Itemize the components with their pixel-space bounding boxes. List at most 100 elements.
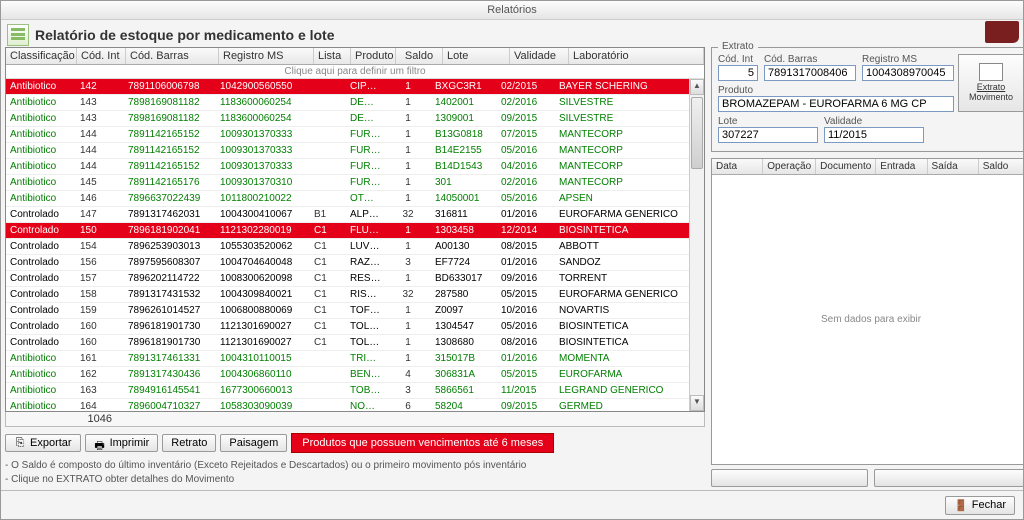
col-cod-int[interactable]: Cód. Int xyxy=(77,48,126,64)
table-row[interactable]: Antibiotico14478911421651521009301370333… xyxy=(6,143,689,159)
close-icon: 🚪 xyxy=(954,499,968,512)
table-row[interactable]: Controlado15478962539030131055303520062C… xyxy=(6,239,689,255)
table-row[interactable]: Controlado16078961819017301121301690027C… xyxy=(6,319,689,335)
portrait-button[interactable]: Retrato xyxy=(162,434,216,452)
table-row[interactable]: Antibiotico14478911421651521009301370333… xyxy=(6,159,689,175)
col-laboratorio[interactable]: Laboratório xyxy=(569,48,704,64)
cell: 7896181901730 xyxy=(124,335,216,350)
cell: 7896202114722 xyxy=(124,271,216,286)
table-row[interactable]: Controlado15678975956083071004704640048C… xyxy=(6,255,689,271)
cell: TOLREST 100 MG 100 MG CP REV C xyxy=(346,335,385,350)
cell: TOLREST 100 MG 100 MG CP REV C xyxy=(346,319,385,334)
cell: Antibiotico xyxy=(6,111,76,126)
cell: TOFRANIL PAMOATO 75 MG 75 MG C xyxy=(346,303,385,318)
cell: OTO XILODASE 8ML 5 MG/ML SOL O xyxy=(346,191,385,206)
col-saldo[interactable]: Saldo xyxy=(396,48,443,64)
table-row[interactable]: Controlado15778962021147221008300620098C… xyxy=(6,271,689,287)
table-row[interactable]: Antibiotico14378981690811821183600060254… xyxy=(6,111,689,127)
table-row[interactable]: Antibiotico16178913174613311004310110015… xyxy=(6,351,689,367)
grid-scrollbar[interactable]: ▲ ▼ xyxy=(689,79,704,411)
col-cod-barras[interactable]: Cód. Barras xyxy=(126,48,219,64)
table-row[interactable]: Controlado15878913174315321004309840021C… xyxy=(6,287,689,303)
cell xyxy=(310,351,346,366)
table-row[interactable]: Antibiotico14478911421651521009301370333… xyxy=(6,127,689,143)
scroll-down-icon[interactable]: ▼ xyxy=(690,395,704,411)
cell: Controlado xyxy=(6,207,76,222)
table-row[interactable]: Antibiotico16378949161455411677300660013… xyxy=(6,383,689,399)
cell: C1 xyxy=(310,287,346,302)
cell: Antibiotico xyxy=(6,175,76,190)
cell: NORFLOXACINO - GERMED 400 MG C xyxy=(346,399,385,411)
close-button[interactable]: 🚪Fechar xyxy=(945,496,1015,515)
table-row[interactable]: Controlado15978962610145271006800880069C… xyxy=(6,303,689,319)
cell: 143 xyxy=(76,95,124,110)
table-row[interactable]: Antibiotico14678966370224391011800210022… xyxy=(6,191,689,207)
cell: C1 xyxy=(310,303,346,318)
cell: 7896181902041 xyxy=(124,223,216,238)
print-button[interactable]: 🖶Imprimir xyxy=(85,434,159,452)
extrato-validade-input[interactable] xyxy=(824,127,924,143)
cell: Antibiotico xyxy=(6,383,76,398)
cell xyxy=(310,399,346,411)
table-row[interactable]: Antibiotico14278911060067981042900560550… xyxy=(6,79,689,95)
extrato-action-1[interactable] xyxy=(711,469,868,487)
table-row[interactable]: Controlado16078961819017301121301690027C… xyxy=(6,335,689,351)
export-icon: ⎘ xyxy=(14,437,26,449)
ext-col-data[interactable]: Data xyxy=(712,159,763,174)
extrato-action-2[interactable] xyxy=(874,469,1024,487)
cell: Antibiotico xyxy=(6,95,76,110)
ext-col-saida[interactable]: Saída xyxy=(928,159,979,174)
extrato-cod-input[interactable] xyxy=(718,65,758,81)
cell xyxy=(310,175,346,190)
table-row[interactable]: Antibiotico14378981690811821183600060254… xyxy=(6,95,689,111)
cell: LEGRAND GENERICO xyxy=(555,383,689,398)
col-produto[interactable]: Produto xyxy=(351,48,396,64)
table-row[interactable]: Antibiotico14578911421651761009301370310… xyxy=(6,175,689,191)
cell: EUROFARMA GENERICO xyxy=(555,287,689,302)
cell: 1 xyxy=(385,319,431,334)
ext-col-entrada[interactable]: Entrada xyxy=(876,159,927,174)
cell: Controlado xyxy=(6,287,76,302)
col-lista[interactable]: Lista xyxy=(314,48,351,64)
table-row[interactable]: Controlado14778913174620311004300410067B… xyxy=(6,207,689,223)
ext-col-documento[interactable]: Documento xyxy=(816,159,876,174)
cell: 7894916145541 xyxy=(124,383,216,398)
cell: 143 xyxy=(76,111,124,126)
table-row[interactable]: Controlado15078961819020411121302280019C… xyxy=(6,223,689,239)
cell: 1 xyxy=(385,239,431,254)
extrato-registro-input[interactable] xyxy=(862,65,954,81)
extrato-lote-input[interactable] xyxy=(718,127,818,143)
grid-header[interactable]: Classificação Cód. Int Cód. Barras Regis… xyxy=(6,48,704,65)
table-row[interactable]: Antibiotico16278913174304361004306860110… xyxy=(6,367,689,383)
col-lote[interactable]: Lote xyxy=(443,48,510,64)
cell: 1 xyxy=(385,351,431,366)
cell: Controlado xyxy=(6,303,76,318)
extrato-movimento-button[interactable]: ExtratoMovimento xyxy=(958,54,1024,112)
cell: 05/2016 xyxy=(497,191,555,206)
table-row[interactable]: Antibiotico16478960047103271058303090039… xyxy=(6,399,689,411)
landscape-button[interactable]: Paisagem xyxy=(220,434,287,452)
scroll-thumb[interactable] xyxy=(691,97,703,169)
cell: 1183600060254 xyxy=(216,111,310,126)
col-classificacao[interactable]: Classificação xyxy=(6,48,77,64)
export-button[interactable]: ⎘Exportar xyxy=(5,434,81,452)
col-validade[interactable]: Validade xyxy=(510,48,569,64)
col-registro-ms[interactable]: Registro MS xyxy=(219,48,314,64)
cell xyxy=(310,111,346,126)
cell: 05/2015 xyxy=(497,287,555,302)
extrato-barras-input[interactable] xyxy=(764,65,856,81)
grid-body[interactable]: Antibiotico14278911060067981042900560550… xyxy=(6,79,689,411)
cell: 1 xyxy=(385,175,431,190)
scroll-up-icon[interactable]: ▲ xyxy=(690,79,704,95)
cell: 4 xyxy=(385,367,431,382)
filter-hint[interactable]: Clique aqui para definir um filtro xyxy=(6,65,704,79)
brand-logo xyxy=(985,21,1019,43)
ext-col-saldo[interactable]: Saldo xyxy=(979,159,1024,174)
ext-col-operacao[interactable]: Operação xyxy=(763,159,816,174)
extrato-produto-input[interactable] xyxy=(718,96,954,112)
cell: 315017B xyxy=(431,351,497,366)
cell: 7896181901730 xyxy=(124,319,216,334)
cell: APSEN xyxy=(555,191,689,206)
cell: 3 xyxy=(385,383,431,398)
cell: Antibiotico xyxy=(6,351,76,366)
